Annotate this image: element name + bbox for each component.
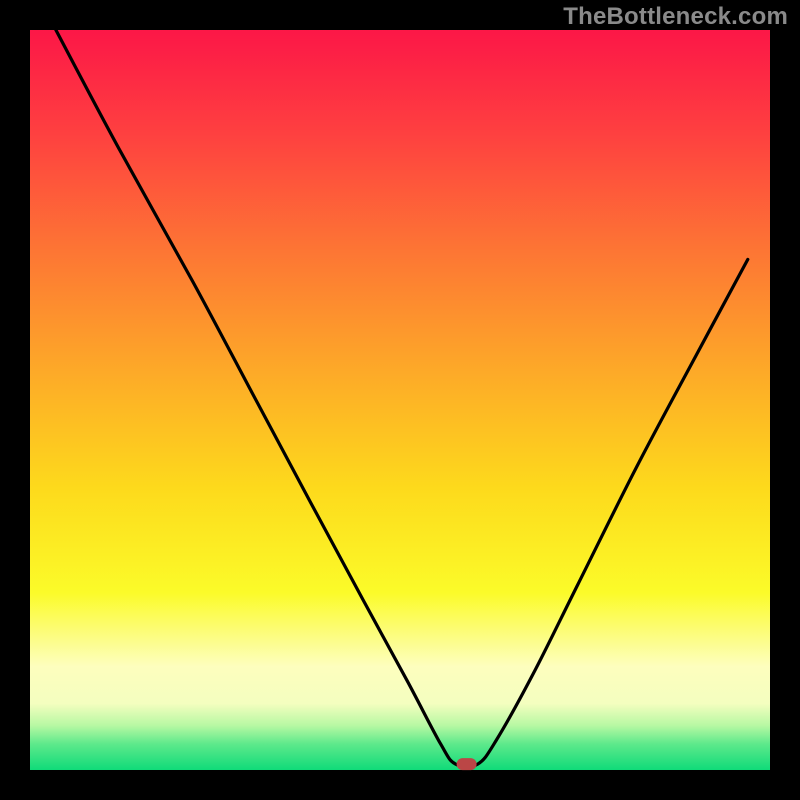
plot-background: [30, 30, 770, 770]
watermark-text: TheBottleneck.com: [563, 3, 788, 31]
chart-frame: TheBottleneck.com: [0, 0, 800, 800]
minimum-marker: [457, 758, 477, 770]
bottleneck-chart: [0, 0, 800, 800]
